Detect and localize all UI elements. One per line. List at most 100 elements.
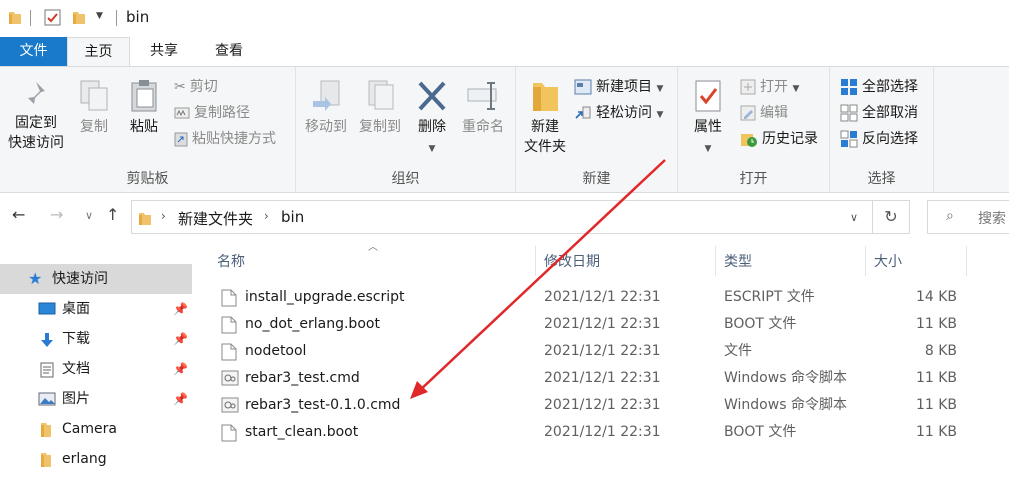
rename-button[interactable]: 重命名 (456, 79, 510, 137)
back-arrow-icon[interactable]: ← (12, 205, 25, 224)
organize-group: 移动到 复制到 删除 ▼ 重命名 组织 (296, 67, 516, 192)
pin-to-quick-access-button[interactable]: 固定到 快速访问 (4, 79, 68, 153)
new-folder-quick-icon[interactable] (72, 9, 86, 25)
select-none-button[interactable]: 全部取消 (840, 104, 918, 122)
move-to-icon (313, 80, 340, 111)
invert-selection-button[interactable]: 反向选择 (840, 130, 918, 148)
customize-quick-access-dropdown-icon[interactable]: ▼ (96, 11, 103, 21)
navigation-pane: ★ 快速访问 桌面 📌 下载 📌 文档 📌 图片 📌 Camera erlang (0, 240, 195, 481)
column-header-type[interactable]: 类型 (724, 244, 752, 280)
tab-share[interactable]: 共享 (136, 37, 192, 66)
forward-arrow-icon[interactable]: → (50, 205, 63, 224)
paste-shortcut-icon (174, 132, 188, 147)
cmd-file-icon (221, 370, 239, 386)
breadcrumb-item[interactable]: 新建文件夹 (178, 208, 253, 229)
column-header-date[interactable]: 修改日期 (544, 244, 600, 280)
file-icon (221, 424, 237, 442)
dropdown-caret-icon: ▼ (704, 144, 712, 154)
pin-icon[interactable]: 📌 (173, 354, 188, 384)
table-row[interactable]: rebar3_test.cmd 2021/12/1 22:31 Windows … (195, 365, 1009, 392)
folder-icon (139, 213, 151, 225)
table-row[interactable]: install_upgrade.escript 2021/12/1 22:31 … (195, 284, 1009, 311)
table-row[interactable]: start_clean.boot 2021/12/1 22:31 BOOT 文件… (195, 419, 1009, 446)
sidebar-item-desktop[interactable]: 桌面 📌 (0, 294, 192, 324)
copy-icon (80, 80, 108, 111)
properties-quick-icon[interactable] (44, 9, 61, 26)
open-group: 属性 ▼ 打开 ▼ 编辑 历史记录 打开 (678, 67, 830, 192)
cut-button[interactable]: ✂ 剪切 (174, 78, 218, 96)
column-divider[interactable] (535, 246, 536, 276)
ribbon-tabs: 文件 主页 共享 查看 (0, 37, 1009, 66)
open-group-label: 打开 (739, 171, 768, 187)
column-divider[interactable] (865, 246, 866, 276)
select-none-icon (840, 104, 858, 122)
select-all-button[interactable]: 全部选择 (840, 78, 918, 96)
copy-to-button[interactable]: 复制到 (354, 79, 406, 137)
file-list: ︿ 名称 修改日期 类型 大小 install_upgrade.escript … (195, 240, 1009, 481)
sidebar-item-erlang[interactable]: erlang (0, 444, 192, 474)
tab-view[interactable]: 查看 (200, 37, 258, 66)
table-row[interactable]: no_dot_erlang.boot 2021/12/1 22:31 BOOT … (195, 311, 1009, 338)
table-row[interactable]: rebar3_test-0.1.0.cmd 2021/12/1 22:31 Wi… (195, 392, 1009, 419)
edit-button[interactable]: 编辑 (740, 104, 788, 122)
rename-icon (467, 82, 497, 110)
tab-file[interactable]: 文件 (0, 37, 67, 66)
refresh-icon: ↻ (884, 207, 898, 226)
sidebar-item-downloads[interactable]: 下载 📌 (0, 324, 192, 354)
copy-to-icon (368, 80, 394, 110)
clipboard-group: 固定到 快速访问 复制 粘贴 ✂ 剪切 复制路径 粘贴快捷方式 剪贴板 (0, 67, 296, 192)
column-divider[interactable] (966, 246, 967, 276)
select-all-icon (841, 79, 857, 95)
tab-home[interactable]: 主页 (67, 37, 130, 66)
new-group-label: 新建 (582, 171, 611, 187)
document-icon (40, 362, 54, 378)
recent-locations-chevron-icon[interactable]: ∨ (85, 209, 93, 222)
pin-icon[interactable]: 📌 (173, 384, 188, 414)
column-header-size[interactable]: 大小 (874, 244, 902, 280)
open-button[interactable]: 打开 ▼ (740, 78, 799, 98)
file-icon (221, 289, 237, 307)
refresh-button[interactable]: ↻ (873, 200, 910, 234)
breadcrumb-chevron-icon[interactable]: › (264, 209, 269, 223)
breadcrumb-item[interactable]: bin (281, 208, 304, 226)
dropdown-caret-icon: ▼ (428, 144, 436, 154)
navigation-bar: ← → ∨ ↑ › 新建文件夹 › bin ∨ ↻ ⌕ 搜索 (0, 196, 1009, 240)
sidebar-item-quick-access[interactable]: ★ 快速访问 (0, 264, 192, 294)
sidebar-item-pictures[interactable]: 图片 📌 (0, 384, 192, 414)
pin-icon[interactable]: 📌 (173, 294, 188, 324)
folder-icon (41, 423, 51, 437)
history-button[interactable]: 历史记录 (740, 130, 818, 148)
copy-button[interactable]: 复制 (72, 79, 116, 137)
up-arrow-icon[interactable]: ↑ (106, 205, 119, 224)
address-dropdown-chevron-icon[interactable]: ∨ (850, 211, 858, 224)
sidebar-item-camera[interactable]: Camera (0, 414, 192, 444)
search-box[interactable]: ⌕ 搜索 (927, 200, 1009, 234)
paste-button[interactable]: 粘贴 (122, 79, 166, 137)
move-to-button[interactable]: 移动到 (300, 79, 352, 137)
copy-path-button[interactable]: 复制路径 (174, 104, 250, 122)
download-icon (41, 333, 53, 347)
dropdown-caret-icon: ▼ (656, 84, 664, 94)
properties-icon (695, 80, 721, 112)
new-item-button[interactable]: 新建项目 ▼ (574, 78, 663, 98)
easy-access-button[interactable]: 轻松访问 ▼ (574, 104, 663, 124)
sidebar-item-documents[interactable]: 文档 📌 (0, 354, 192, 384)
clipboard-group-label: 剪贴板 (126, 171, 169, 187)
pin-icon[interactable]: 📌 (173, 324, 188, 354)
file-icon (221, 343, 237, 361)
search-placeholder: 搜索 (978, 211, 1006, 227)
column-header-name[interactable]: 名称 (217, 244, 245, 280)
file-icon (221, 316, 237, 334)
new-item-icon (574, 79, 592, 95)
dropdown-caret-icon: ▼ (792, 84, 800, 94)
delete-x-icon (418, 81, 446, 111)
properties-button[interactable]: 属性 ▼ (684, 79, 732, 159)
folder-icon (9, 12, 21, 24)
table-row[interactable]: nodetool 2021/12/1 22:31 文件 8 KB (195, 338, 1009, 365)
address-bar[interactable]: › 新建文件夹 › bin ∨ (131, 200, 873, 234)
column-divider[interactable] (715, 246, 716, 276)
paste-shortcut-button[interactable]: 粘贴快捷方式 (174, 130, 276, 148)
breadcrumb-chevron-icon[interactable]: › (161, 209, 166, 223)
delete-button[interactable]: 删除 ▼ (412, 79, 452, 159)
new-folder-button[interactable]: 新建 文件夹 (518, 79, 572, 157)
